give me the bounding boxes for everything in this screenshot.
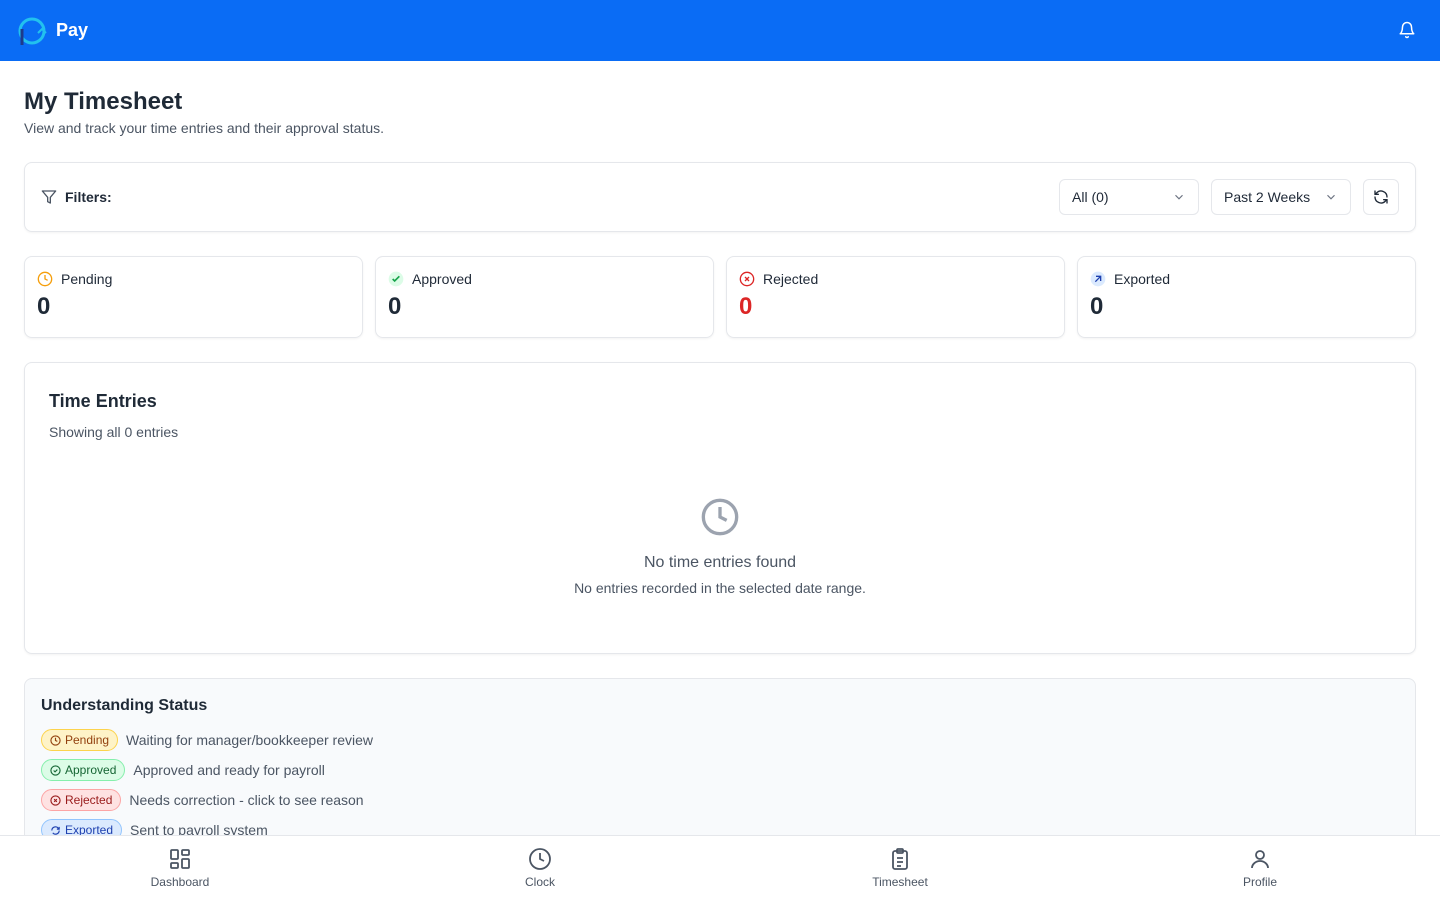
status-legend-title: Understanding Status bbox=[41, 697, 208, 714]
filters-bar: Filters: All (0) Past 2 Weeks bbox=[24, 162, 1416, 232]
arrow-up-right-icon bbox=[1090, 271, 1106, 287]
empty-state-title: No time entries found bbox=[643, 554, 797, 571]
clock-icon bbox=[701, 498, 739, 536]
status-badge-rejected: Rejected bbox=[41, 789, 122, 811]
stat-card-exported[interactable]: Exported 0 bbox=[1077, 256, 1416, 338]
nav-label: Profile bbox=[1242, 875, 1277, 889]
nav-item-clock[interactable]: Clock bbox=[360, 836, 720, 900]
filters-label: Filters: bbox=[41, 189, 112, 205]
status-filter-value: All (0) bbox=[1072, 189, 1109, 205]
nav-item-dashboard[interactable]: Dashboard bbox=[0, 836, 360, 900]
empty-state-subtitle: No entries recorded in the selected date… bbox=[574, 580, 866, 596]
page-title: My Timesheet bbox=[24, 88, 183, 115]
chevron-down-icon bbox=[1327, 194, 1335, 200]
badge-label: Approved bbox=[65, 763, 117, 777]
stat-card-pending[interactable]: Pending 0 bbox=[24, 256, 363, 338]
x-circle-icon bbox=[739, 271, 755, 287]
badge-label: Rejected bbox=[65, 793, 113, 807]
check-icon bbox=[388, 271, 404, 287]
stat-label: Approved bbox=[412, 271, 472, 287]
nav-item-timesheet[interactable]: Timesheet bbox=[720, 836, 1080, 900]
stat-card-approved[interactable]: Approved 0 bbox=[375, 256, 714, 338]
clock-icon bbox=[50, 734, 61, 746]
nav-item-profile[interactable]: Profile bbox=[1080, 836, 1440, 900]
check-circle-icon bbox=[50, 764, 61, 776]
legend-description: Waiting for manager/bookkeeper review bbox=[126, 732, 373, 748]
legend-description: Approved and ready for payroll bbox=[133, 762, 325, 778]
nav-label: Timesheet bbox=[872, 875, 928, 889]
refresh-button[interactable] bbox=[1363, 179, 1399, 215]
brand-logo[interactable]: Pay bbox=[16, 15, 88, 47]
stat-label: Rejected bbox=[763, 271, 819, 287]
status-badge-pending: Pending bbox=[41, 729, 119, 751]
stat-value: 0 bbox=[37, 293, 51, 320]
refresh-icon bbox=[1374, 190, 1388, 204]
user-icon bbox=[1251, 850, 1269, 869]
time-entries-count: Showing all 0 entries bbox=[49, 424, 179, 440]
stat-label: Pending bbox=[61, 271, 113, 287]
grid-icon bbox=[170, 849, 190, 869]
legend-description: Needs correction - click to see reason bbox=[129, 792, 364, 808]
status-filter-select[interactable]: All (0) bbox=[1059, 179, 1199, 215]
bottom-navigation: Dashboard Clock Timesheet Profile bbox=[0, 835, 1440, 900]
chevron-down-icon bbox=[1175, 194, 1183, 200]
logo-icon bbox=[18, 17, 47, 45]
filter-icon bbox=[41, 190, 57, 204]
stat-value: 0 bbox=[1090, 293, 1104, 320]
brand-name: Pay bbox=[56, 20, 89, 40]
nav-label: Clock bbox=[524, 875, 555, 889]
stat-card-rejected[interactable]: Rejected 0 bbox=[726, 256, 1065, 338]
top-bar: Pay bbox=[0, 0, 1440, 61]
clipboard-icon bbox=[892, 848, 908, 870]
empty-state: No time entries found No entries recorde… bbox=[25, 497, 1415, 596]
time-entries-card: Time Entries Showing all 0 entries No ti… bbox=[24, 362, 1416, 654]
filters-label-text: Filters: bbox=[65, 189, 112, 205]
date-range-value: Past 2 Weeks bbox=[1224, 189, 1311, 205]
clock-icon bbox=[37, 271, 53, 287]
bell-icon[interactable] bbox=[1398, 21, 1416, 39]
stat-value: 0 bbox=[388, 293, 402, 320]
x-circle-icon bbox=[50, 794, 61, 806]
legend-item: Pending Waiting for manager/bookkeeper r… bbox=[41, 725, 1399, 755]
status-badge-approved: Approved bbox=[41, 759, 126, 781]
status-summary: Pending 0 Approved 0 Rejected 0 Exported… bbox=[24, 256, 1416, 338]
page-subtitle: View and track your time entries and the… bbox=[24, 120, 385, 136]
stat-label: Exported bbox=[1114, 271, 1171, 287]
legend-item: Rejected Needs correction - click to see… bbox=[41, 785, 1399, 815]
badge-label: Pending bbox=[65, 733, 110, 747]
stat-value: 0 bbox=[739, 293, 753, 320]
time-entries-title: Time Entries bbox=[49, 391, 157, 411]
clock-icon bbox=[529, 848, 551, 870]
export-icon bbox=[51, 825, 60, 835]
legend-item: Approved Approved and ready for payroll bbox=[41, 755, 1399, 785]
date-range-select[interactable]: Past 2 Weeks bbox=[1211, 179, 1351, 215]
main-content: My Timesheet View and track your time en… bbox=[24, 61, 1416, 878]
nav-label: Dashboard bbox=[150, 875, 210, 889]
